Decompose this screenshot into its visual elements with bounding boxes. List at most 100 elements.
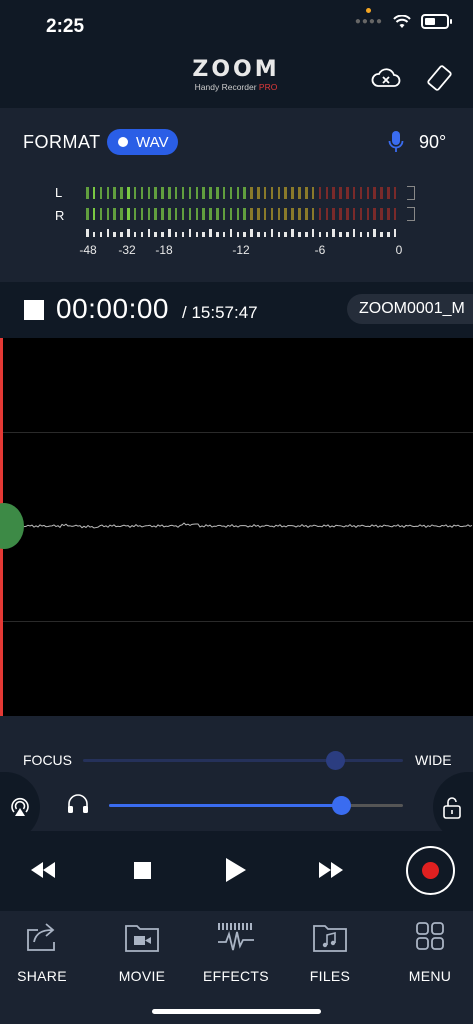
rewind-button[interactable] bbox=[25, 852, 61, 888]
meter-segment bbox=[154, 187, 157, 199]
meter-tick bbox=[154, 232, 157, 237]
mic-angle[interactable]: 90° bbox=[419, 132, 446, 153]
meter-segment bbox=[352, 187, 356, 199]
airplay-icon[interactable] bbox=[8, 794, 32, 818]
meter-segment bbox=[243, 208, 246, 220]
meter-segment bbox=[229, 187, 233, 199]
remaining-time: / 15:57:47 bbox=[182, 303, 258, 322]
meter-tick bbox=[174, 232, 178, 237]
volume-slider-knob[interactable] bbox=[331, 796, 351, 815]
channel-label-right: R bbox=[55, 208, 65, 223]
meter-segment bbox=[250, 187, 253, 199]
playhead-handle[interactable] bbox=[0, 503, 24, 549]
meter-tick bbox=[318, 232, 322, 237]
meter-tick bbox=[229, 229, 233, 237]
stereo-width-slider-track[interactable] bbox=[83, 759, 403, 762]
meter-tick bbox=[216, 232, 219, 237]
meter-tick bbox=[181, 232, 185, 237]
meter-segment bbox=[127, 208, 130, 220]
record-status-stop-icon bbox=[24, 300, 44, 320]
waveform-gridline bbox=[0, 432, 473, 433]
meter-segment bbox=[305, 208, 308, 220]
tab-files[interactable]: FILES bbox=[285, 920, 375, 984]
meter-segment bbox=[291, 187, 294, 199]
meter-tick bbox=[359, 232, 363, 237]
meter-segment bbox=[202, 187, 205, 199]
meter-segment bbox=[339, 187, 342, 199]
format-label: FORMAT bbox=[23, 132, 101, 152]
meter-segment bbox=[332, 208, 335, 220]
meter-segment bbox=[243, 187, 246, 199]
meter-segment bbox=[222, 187, 226, 199]
meter-tick bbox=[133, 232, 137, 237]
meter-segment bbox=[373, 187, 376, 199]
meter-tick bbox=[92, 232, 96, 237]
play-button[interactable] bbox=[218, 852, 254, 888]
meter-tick bbox=[325, 232, 329, 237]
meter-tick bbox=[236, 232, 240, 237]
meter-segment bbox=[257, 187, 260, 199]
waveform-display[interactable] bbox=[0, 338, 473, 716]
meter-tick bbox=[298, 232, 301, 237]
file-name-badge[interactable]: ZOOM0001_M bbox=[347, 294, 473, 324]
tab-effects[interactable]: EFFECTS bbox=[191, 920, 281, 984]
meter-segment bbox=[195, 208, 198, 220]
meter-segment bbox=[86, 208, 89, 220]
meter-tick bbox=[373, 229, 376, 237]
meter-segment bbox=[284, 208, 287, 220]
meter-segment bbox=[332, 187, 335, 199]
meter-segment bbox=[277, 187, 281, 199]
battery-icon bbox=[421, 14, 452, 29]
meter-segment bbox=[86, 187, 89, 199]
tab-movie[interactable]: MOVIE bbox=[97, 920, 187, 984]
meter-segment bbox=[305, 187, 308, 199]
tab-menu[interactable]: MENU bbox=[385, 920, 473, 984]
format-toggle[interactable]: WAV bbox=[107, 129, 178, 155]
meter-segment bbox=[209, 187, 212, 199]
screen-rotation-icon[interactable] bbox=[424, 64, 456, 92]
channel-label-left: L bbox=[55, 185, 63, 200]
effects-icon bbox=[218, 923, 254, 951]
meter-tick bbox=[263, 232, 267, 237]
meter-tick bbox=[332, 229, 335, 237]
record-button[interactable] bbox=[406, 846, 455, 895]
meter-tick bbox=[99, 232, 103, 237]
meter-segment bbox=[366, 187, 370, 199]
cloud-off-icon[interactable] bbox=[370, 64, 402, 92]
meter-tick bbox=[120, 232, 123, 237]
meter-segment bbox=[195, 187, 198, 199]
meter-segment bbox=[161, 208, 164, 220]
tab-share[interactable]: SHARE bbox=[0, 920, 87, 984]
meter-segment bbox=[236, 208, 240, 220]
logo-subtitle: Handy Recorder PRO bbox=[194, 82, 278, 92]
meter-tick bbox=[113, 232, 116, 237]
home-indicator[interactable] bbox=[152, 1009, 321, 1014]
tab-label: SHARE bbox=[17, 968, 67, 984]
meter-segment bbox=[250, 208, 253, 220]
meter-segment bbox=[99, 187, 103, 199]
tab-label: FILES bbox=[309, 968, 351, 984]
meter-segment bbox=[373, 208, 376, 220]
level-meter-right bbox=[86, 208, 397, 220]
time-counter: 00:00:00 bbox=[56, 293, 169, 324]
record-icon bbox=[422, 862, 439, 879]
meter-segment bbox=[147, 208, 151, 220]
toggle-dot bbox=[118, 137, 128, 147]
wifi-icon bbox=[393, 14, 411, 28]
unlock-icon[interactable] bbox=[441, 796, 463, 820]
logo-wordmark: ZOOM bbox=[192, 57, 280, 82]
meter-segment bbox=[352, 208, 356, 220]
meter-tick bbox=[257, 232, 260, 237]
fast-forward-button[interactable] bbox=[313, 852, 349, 888]
scale-label: -48 bbox=[79, 243, 97, 257]
meter-segment bbox=[216, 208, 219, 220]
meter-tick bbox=[202, 232, 205, 237]
meter-tick bbox=[291, 229, 294, 237]
meter-segment bbox=[181, 208, 185, 220]
meter-segment bbox=[380, 208, 383, 220]
meter-tick bbox=[393, 229, 397, 237]
meter-segment bbox=[263, 208, 267, 220]
meter-segment bbox=[270, 208, 274, 220]
stop-button[interactable] bbox=[124, 852, 160, 888]
movie-folder-icon bbox=[125, 925, 159, 952]
